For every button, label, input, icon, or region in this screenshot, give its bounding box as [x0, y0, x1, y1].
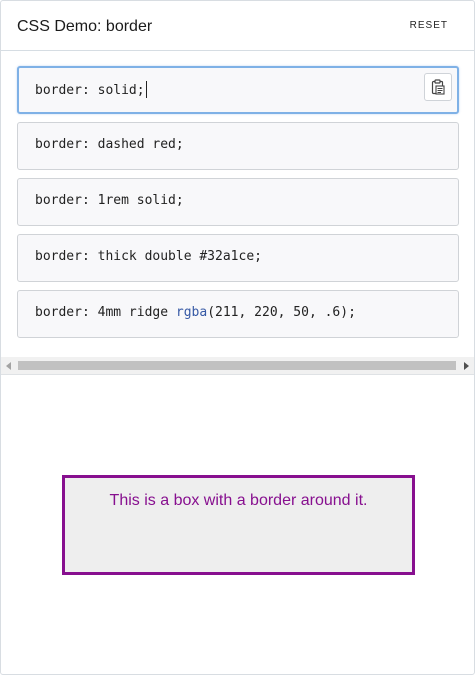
text-caret — [145, 81, 147, 98]
reset-button[interactable]: RESET — [410, 20, 448, 31]
scroll-left-icon — [6, 361, 11, 370]
choice-dashed-red[interactable]: border: dashed red; — [17, 122, 459, 170]
choice-1rem-solid[interactable]: border: 1rem solid; — [17, 178, 459, 226]
horizontal-scrollbar[interactable] — [1, 357, 474, 374]
choice-code[interactable]: border: thick double #32a1ce; — [35, 249, 262, 264]
example-box: This is a box with a border around it. — [62, 475, 415, 575]
scroll-left-button[interactable] — [1, 357, 17, 374]
choice-code-prefix[interactable]: border: 4mm ridge — [35, 305, 176, 320]
demo-header: CSS Demo: border RESET — [1, 1, 474, 51]
choice-code[interactable]: border: dashed red; — [35, 137, 184, 152]
scroll-right-icon — [464, 361, 469, 370]
choice-thick-double[interactable]: border: thick double #32a1ce; — [17, 234, 459, 282]
demo-title: CSS Demo: border — [17, 18, 153, 35]
scrollbar-thumb[interactable] — [18, 361, 456, 370]
choice-solid[interactable]: border: solid; — [17, 66, 459, 114]
output-area: This is a box with a border around it. — [1, 375, 474, 674]
choice-code-function[interactable]: rgba — [176, 305, 207, 320]
choice-code[interactable]: border: solid; — [35, 83, 145, 98]
choice-ridge-rgba[interactable]: border: 4mm ridge rgba(211, 220, 50, .6)… — [17, 290, 459, 338]
copy-button[interactable] — [424, 73, 452, 101]
choice-code-suffix[interactable]: (211, 220, 50, .6); — [207, 305, 356, 320]
choice-list: border: solid; border: dashed red; borde… — [17, 66, 459, 346]
css-demo-panel: CSS Demo: border RESET border: solid; bo… — [0, 0, 475, 675]
scroll-right-button[interactable] — [458, 357, 474, 374]
choice-code[interactable]: border: 1rem solid; — [35, 193, 184, 208]
clipboard-icon — [431, 78, 445, 95]
example-box-text: This is a box with a border around it. — [109, 492, 368, 509]
